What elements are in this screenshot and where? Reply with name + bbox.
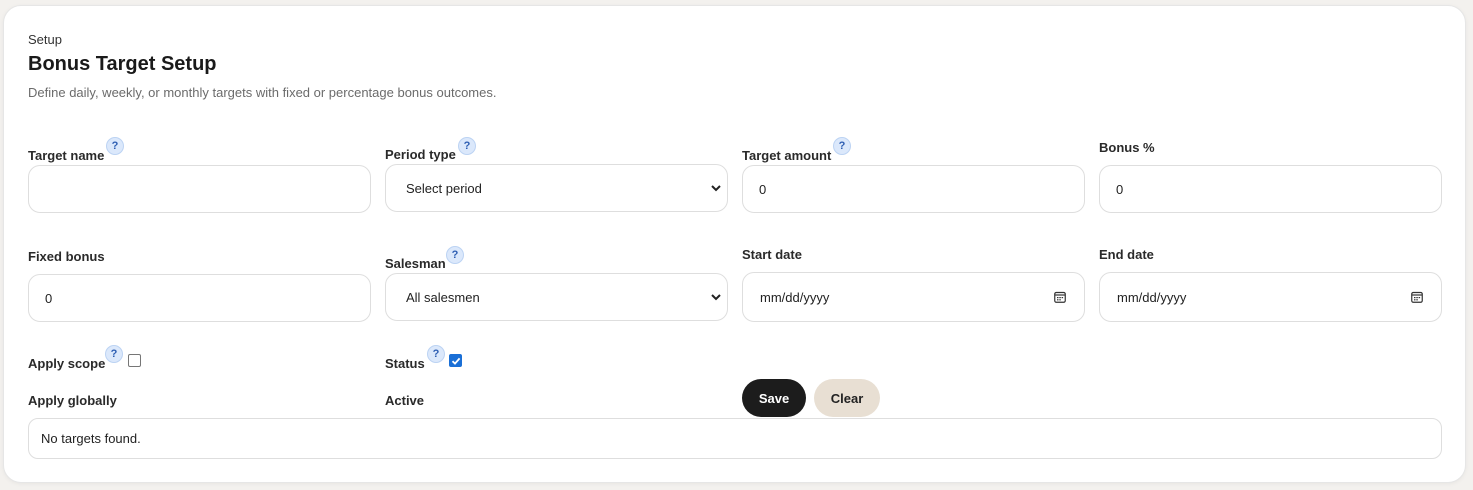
status-checkbox[interactable]	[449, 354, 462, 367]
period-type-label: Period type	[385, 147, 456, 162]
targets-empty-state: No targets found.	[28, 418, 1442, 459]
target-amount-label: Target amount	[742, 148, 832, 163]
chevron-down-icon	[711, 294, 721, 301]
calendar-icon[interactable]	[1054, 291, 1066, 303]
apply-scope-help-icon[interactable]: ?	[105, 345, 123, 363]
target-name-input[interactable]	[28, 165, 371, 213]
section-eyebrow: Setup	[28, 32, 62, 47]
status-label: Status	[385, 356, 425, 371]
status-help-icon[interactable]: ?	[427, 345, 445, 363]
fixed-bonus-label: Fixed bonus	[28, 249, 105, 264]
chevron-down-icon	[711, 185, 721, 192]
check-icon	[451, 357, 460, 365]
page-subtitle: Define daily, weekly, or monthly targets…	[28, 85, 497, 100]
fixed-bonus-input[interactable]: 0	[28, 274, 371, 322]
period-type-select[interactable]: Select period	[385, 164, 728, 212]
end-date-label: End date	[1099, 247, 1154, 262]
apply-scope-caption: Apply globally	[28, 393, 117, 408]
target-amount-help-icon[interactable]: ?	[833, 137, 851, 155]
bonus-target-card: Setup Bonus Target Setup Define daily, w…	[3, 5, 1466, 483]
page-title: Bonus Target Setup	[28, 53, 217, 75]
save-button[interactable]: Save	[742, 379, 806, 417]
salesman-select[interactable]: All salesmen	[385, 273, 728, 321]
start-date-label: Start date	[742, 247, 802, 262]
apply-scope-label: Apply scope	[28, 356, 106, 371]
end-date-input[interactable]: mm/dd/yyyy	[1099, 272, 1442, 322]
apply-scope-checkbox[interactable]	[128, 354, 141, 367]
status-caption: Active	[385, 393, 425, 408]
target-amount-input[interactable]: 0	[742, 165, 1085, 213]
calendar-icon[interactable]	[1411, 291, 1423, 303]
start-date-input[interactable]: mm/dd/yyyy	[742, 272, 1085, 322]
period-type-help-icon[interactable]: ?	[458, 137, 476, 155]
target-name-label: Target name	[28, 148, 105, 163]
salesman-help-icon[interactable]: ?	[446, 246, 464, 264]
salesman-label: Salesman	[385, 256, 446, 271]
target-name-help-icon[interactable]: ?	[106, 137, 124, 155]
bonus-percent-label: Bonus %	[1099, 140, 1155, 155]
clear-button[interactable]: Clear	[814, 379, 880, 417]
bonus-percent-input[interactable]: 0	[1099, 165, 1442, 213]
